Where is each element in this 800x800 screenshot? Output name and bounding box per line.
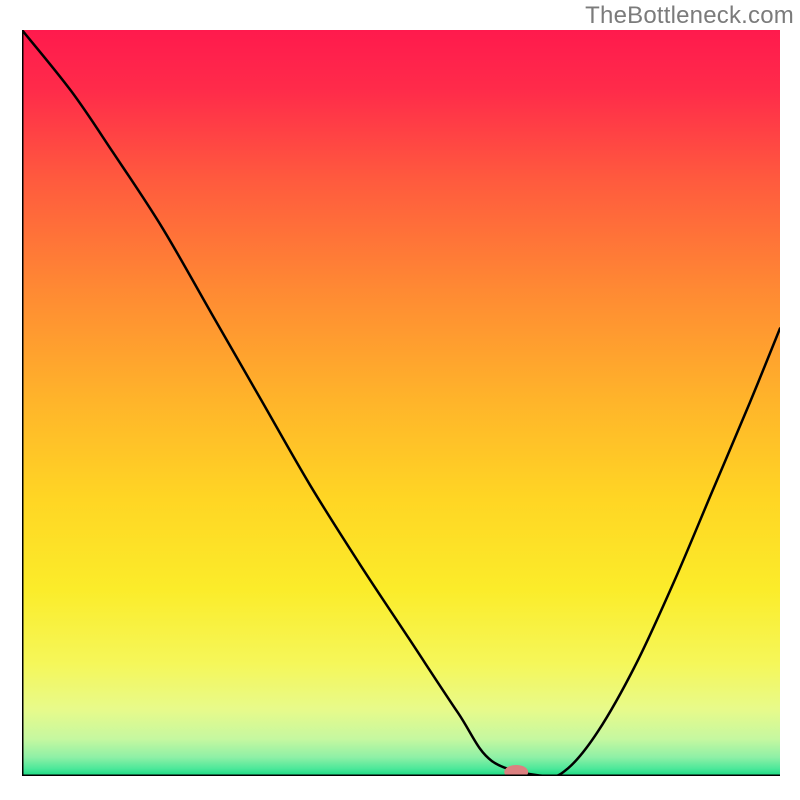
plot-area (22, 30, 780, 776)
attribution-text: TheBottleneck.com (585, 2, 794, 30)
chart-container: TheBottleneck.com (0, 0, 800, 800)
bottleneck-chart (22, 30, 780, 776)
gradient-background (22, 30, 780, 776)
